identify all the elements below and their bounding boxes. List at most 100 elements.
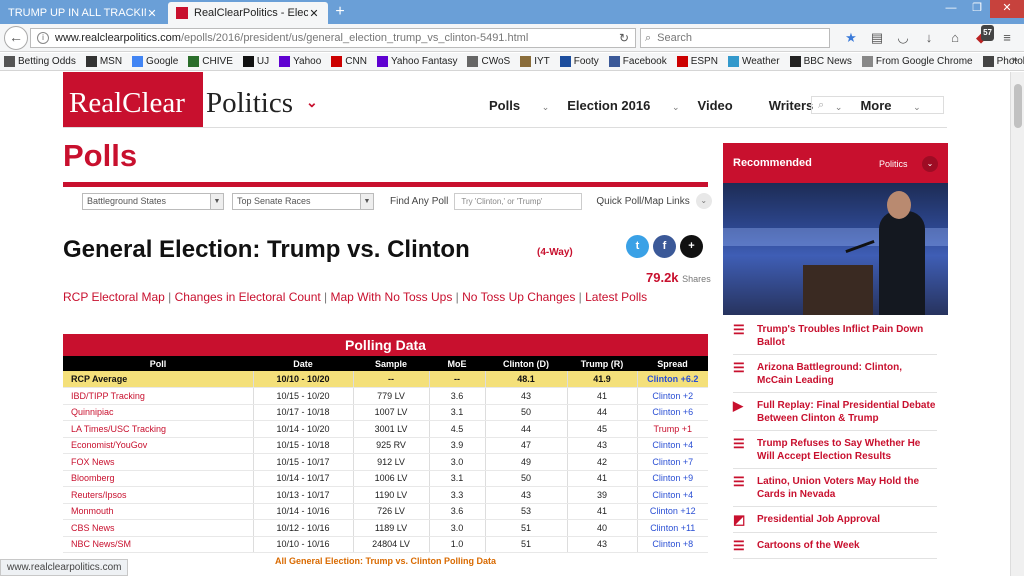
chevron-down-icon[interactable]: ⌄	[922, 156, 938, 172]
recommended-item[interactable]: ☰ Latino, Union Voters May Hold the Cards…	[733, 475, 937, 507]
more-share-icon[interactable]: +	[680, 235, 703, 258]
related-link[interactable]: RCP Electoral Map	[63, 290, 165, 304]
recommended-item[interactable]: ◩ Presidential Job Approval	[733, 513, 937, 533]
minimize-icon[interactable]: —	[938, 0, 964, 18]
twitter-icon[interactable]: t	[626, 235, 649, 258]
recommended-item[interactable]: ☰ Trump's Troubles Inflict Pain Down Ball…	[733, 323, 937, 355]
bookmark-label: IYT	[534, 56, 550, 67]
addon-shield-icon[interactable]: ◆57	[968, 25, 994, 46]
bookmark-item[interactable]: Google	[132, 56, 178, 67]
chevron-down-icon[interactable]: ⌄	[306, 94, 318, 111]
vertical-scrollbar[interactable]	[1010, 72, 1024, 576]
restore-icon[interactable]: ❐	[964, 0, 990, 18]
reload-icon[interactable]: ↻	[619, 31, 629, 45]
column-header[interactable]: Poll	[63, 356, 253, 371]
related-link[interactable]: Map With No Toss Ups	[331, 290, 453, 304]
nav-polls[interactable]: Polls ⌄	[489, 98, 549, 113]
back-arrow-icon[interactable]: ←	[4, 26, 28, 50]
logo-realclear[interactable]: RealClear	[63, 72, 203, 127]
site-search-input[interactable]: ⌕	[811, 96, 944, 114]
related-link[interactable]: No Toss Up Changes	[462, 290, 575, 304]
table-row: Economist/YouGov 10/15 - 10/18 925 RV 3.9 47…	[63, 437, 708, 454]
table-row: FOX News 10/15 - 10/17 912 LV 3.0 49 42 Clinto…	[63, 453, 708, 471]
find-poll-input[interactable]: Try 'Clinton,' or 'Trump'	[454, 192, 583, 210]
poll-name[interactable]: FOX News	[63, 453, 253, 471]
related-link[interactable]: Latest Polls	[585, 290, 647, 304]
bookmark-item[interactable]: CWoS	[467, 56, 510, 67]
bookmark-item[interactable]: CNN	[331, 56, 367, 67]
bookmarks-overflow-icon[interactable]: »	[1012, 54, 1018, 66]
poll-name[interactable]: Economist/YouGov	[63, 437, 253, 454]
bookmark-item[interactable]: Betting Odds	[4, 56, 76, 67]
senate-select[interactable]: Top Senate Races ▼	[232, 192, 374, 210]
info-icon[interactable]: i	[37, 32, 49, 44]
bookmark-star-icon[interactable]: ★	[838, 30, 864, 46]
bookmark-item[interactable]: ESPN	[676, 56, 718, 67]
window-close-icon[interactable]: ✕	[990, 0, 1024, 18]
poll-name[interactable]: Bloomberg	[63, 470, 253, 487]
column-header[interactable]: MoE	[429, 356, 485, 371]
table-cell: 47	[484, 437, 567, 454]
all-polling-data-link[interactable]: All General Election: Trump vs. Clinton …	[63, 553, 708, 569]
home-icon[interactable]: ⌂	[942, 30, 968, 46]
recommended-item[interactable]: ☰ Arizona Battleground: Clinton, McCain L…	[733, 361, 937, 393]
bookmark-item[interactable]: Footy	[559, 56, 599, 67]
poll-name[interactable]: NBC News/SM	[63, 536, 253, 553]
bookmark-item[interactable]: IYT	[520, 56, 550, 67]
poll-name[interactable]: Monmouth	[63, 503, 253, 520]
pocket-icon[interactable]: ◡	[890, 30, 916, 46]
quick-links-label[interactable]: Quick Poll/Map Links	[596, 196, 689, 207]
poll-name[interactable]: LA Times/USC Tracking	[63, 420, 253, 438]
table-cell: 24804 LV	[352, 536, 429, 553]
facebook-icon[interactable]: f	[653, 235, 676, 258]
battleground-select[interactable]: Battleground States ▼	[82, 192, 224, 210]
poll-name[interactable]: IBD/TIPP Tracking	[63, 387, 253, 405]
chevron-down-icon: ▼	[210, 193, 223, 209]
bookmark-item[interactable]: UJ	[242, 56, 269, 67]
column-header[interactable]: Sample	[353, 356, 429, 371]
bookmark-item[interactable]: Yahoo Fantasy	[376, 56, 457, 67]
new-tab-icon[interactable]: +	[332, 4, 348, 20]
nav-video[interactable]: Video	[698, 98, 751, 113]
download-icon[interactable]: ↓	[916, 30, 942, 46]
logo-politics[interactable]: Politics	[206, 72, 293, 134]
column-header[interactable]: Trump (R)	[567, 356, 637, 371]
browser-search-input[interactable]: ⌕ Search	[640, 28, 830, 48]
poll-name[interactable]: RCP Average	[63, 371, 253, 388]
shares-number: 79.2k	[646, 270, 679, 285]
table-cell: 3.6	[428, 387, 485, 405]
poll-name[interactable]: Quinnipiac	[63, 404, 253, 421]
bookmark-item[interactable]: BBC News	[789, 56, 852, 67]
url-bar[interactable]: i www.realclearpolitics.com /epolls/2016…	[30, 28, 636, 48]
column-header[interactable]: Spread	[637, 356, 708, 371]
close-tab-icon[interactable]: ✕	[146, 7, 158, 20]
bookmark-item[interactable]: CHIVE	[188, 56, 233, 67]
close-tab-icon[interactable]: ✕	[308, 7, 320, 20]
related-link[interactable]: Changes in Electoral Count	[175, 290, 321, 304]
bookmark-item[interactable]: From Google Chrome	[861, 56, 973, 67]
browser-tab-rcp[interactable]: RealClearPolitics - Electio... ✕	[168, 2, 328, 24]
recommended-photo[interactable]	[723, 183, 948, 315]
recommended-item[interactable]: ☰ Cartoons of the Week	[733, 539, 937, 559]
table-cell: 50	[484, 470, 567, 487]
table-cell: 3.6	[428, 503, 485, 520]
recommended-item[interactable]: ▶ Full Replay: Final Presidential Debate …	[733, 399, 937, 431]
bookmark-item[interactable]: Yahoo	[279, 56, 321, 67]
browser-tab-trump[interactable]: TRUMP UP IN ALL TRACKING ... ✕	[0, 2, 166, 24]
bookmark-item[interactable]: MSN	[85, 56, 122, 67]
column-header[interactable]: Date	[253, 356, 353, 371]
menu-icon[interactable]: ≡	[994, 30, 1020, 46]
recommended-item[interactable]: ☰ Trump Refuses to Say Whether He Will Ac…	[733, 437, 937, 469]
poll-name[interactable]: CBS News	[63, 519, 253, 537]
bookmark-item[interactable]: Weather	[727, 56, 780, 67]
column-header[interactable]: Clinton (D)	[485, 356, 567, 371]
bookmark-item[interactable]: Facebook	[608, 56, 667, 67]
scrollbar-thumb[interactable]	[1014, 84, 1022, 128]
recommended-category[interactable]: Politics	[879, 159, 908, 169]
spread-cell: Clinton +12	[636, 503, 708, 520]
chevron-down-icon[interactable]: ⌄	[695, 193, 712, 209]
bookmark-label: Footy	[573, 56, 599, 67]
poll-name[interactable]: Reuters/Ipsos	[63, 486, 253, 504]
nav-election-2016[interactable]: Election 2016 ⌄	[567, 98, 679, 113]
reading-list-icon[interactable]: ▤	[864, 30, 890, 46]
